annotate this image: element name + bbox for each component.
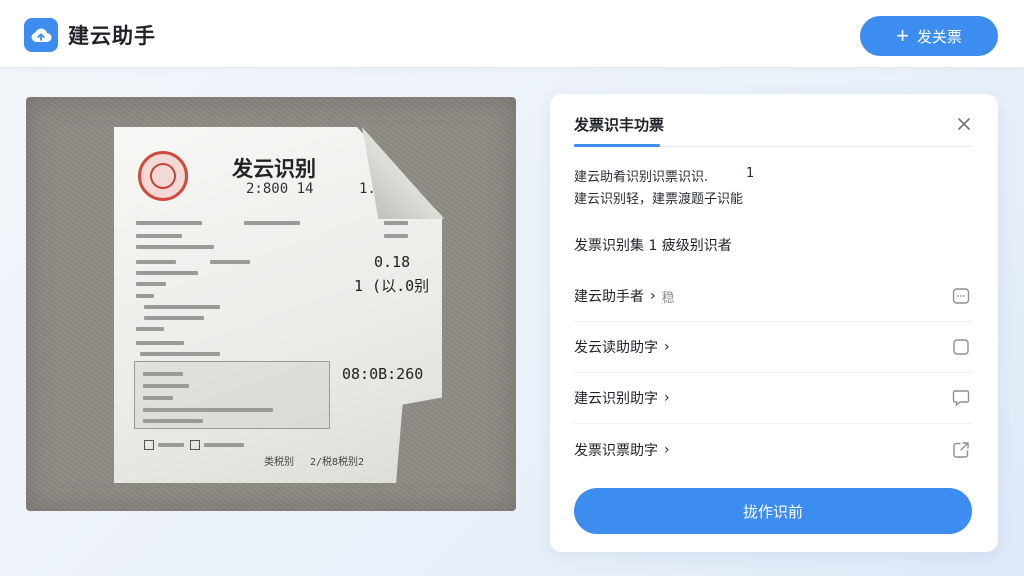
start-recognition-button[interactable]: 拢作识前 [574, 488, 972, 534]
receipt-line [384, 221, 408, 225]
receipt-footer-left: 类税别 [264, 457, 294, 468]
receipt-line [136, 327, 164, 331]
receipt-line [140, 352, 220, 356]
option-sub-label: 稳 [661, 290, 675, 306]
receipt-line [136, 245, 214, 249]
receipt-line [210, 260, 250, 264]
panel-title: 发票识丰功票 [574, 116, 665, 134]
receipt-line [136, 341, 184, 345]
close-icon [958, 118, 970, 130]
chevron-right-icon: › [664, 339, 670, 355]
chat-square-icon[interactable] [950, 285, 972, 307]
receipt-footer-right: 2/税8税别2 [310, 457, 365, 468]
option-label: 建云助手者 [574, 289, 644, 305]
receipt-line [136, 260, 176, 264]
tab-indicator [574, 144, 660, 147]
share-square-icon[interactable] [950, 439, 972, 461]
receipt-title: 发云识别 [232, 157, 316, 181]
checkbox-icon [144, 440, 154, 450]
section-heading: 发票识别集 1 疲级别识者 [574, 238, 732, 254]
chevron-right-icon: › [650, 288, 656, 304]
chevron-right-icon: › [664, 441, 670, 458]
receipt-line [384, 234, 408, 238]
top-bar: 建云助手 + 发关票 [0, 0, 1024, 68]
checkbox-icon [190, 440, 200, 450]
receipt-line [143, 372, 183, 376]
panel-description-line-1: 建云助肴识别识票识识. [574, 170, 709, 185]
receipt-line [143, 408, 273, 412]
option-row-label: 发票识票助字 › [574, 440, 670, 460]
red-seal-icon [138, 151, 188, 201]
receipt-line [143, 396, 173, 400]
option-label: 建云识别助字 [574, 391, 658, 407]
option-row-label: 发云读助助字 › [574, 337, 670, 357]
option-label: 发票识票助字 [574, 442, 658, 459]
invoice-recognition-panel: 发票识丰功票 建云助肴识别识票识识. 1 建云识别轻，建票渡题子识能 发票识别集… [550, 94, 998, 552]
panel-description-number: 1 [746, 166, 755, 181]
panel-description-line-2: 建云识别轻，建票渡题子识能 [574, 192, 744, 207]
receipt-line [136, 271, 198, 275]
cloud-upload-icon[interactable] [24, 18, 58, 52]
new-invoice-button[interactable]: + 发关票 [860, 16, 998, 56]
receipt-line [144, 316, 204, 320]
option-row-3[interactable]: 建云识别助字 › [574, 373, 972, 424]
receipt-line [136, 221, 202, 225]
brand-title: 建云助手 [68, 24, 156, 48]
new-invoice-button-label: 发关票 [916, 28, 962, 46]
option-row-label: 建云识别助字 › [574, 388, 670, 408]
receipt-value-1: 0.18 [374, 253, 411, 271]
receipt-line [204, 443, 244, 447]
receipt-line [136, 282, 166, 286]
square-icon[interactable] [950, 336, 972, 358]
option-row-2[interactable]: 发云读助助字 › [574, 322, 972, 373]
option-row-1[interactable]: 建云助手者 › 稳 [574, 271, 972, 322]
receipt-line [143, 419, 203, 423]
message-icon[interactable] [950, 387, 972, 409]
invoice-photo: 发云识别 2:800 14 1... 0.18 1 (以.0别 08:0B:26… [26, 97, 516, 511]
receipt-value-3: 08:0B:260 [342, 365, 424, 383]
option-row-4[interactable]: 发票识票助字 › [574, 424, 972, 475]
receipt-line [136, 294, 154, 298]
close-button[interactable] [950, 110, 978, 138]
receipt-box [134, 361, 330, 429]
receipt-number: 2:800 14 [246, 181, 314, 197]
chevron-right-icon: › [664, 390, 670, 406]
receipt-line [143, 384, 189, 388]
option-row-label: 建云助手者 › 稳 [574, 286, 675, 306]
receipt-line [136, 234, 182, 238]
receipt-line [244, 221, 300, 225]
receipt-line [158, 443, 184, 447]
receipt-line [144, 305, 220, 309]
plus-icon: + [896, 23, 909, 48]
receipt-value-2: 1 (以.0别 [354, 277, 430, 295]
option-label: 发云读助助字 [574, 340, 658, 356]
